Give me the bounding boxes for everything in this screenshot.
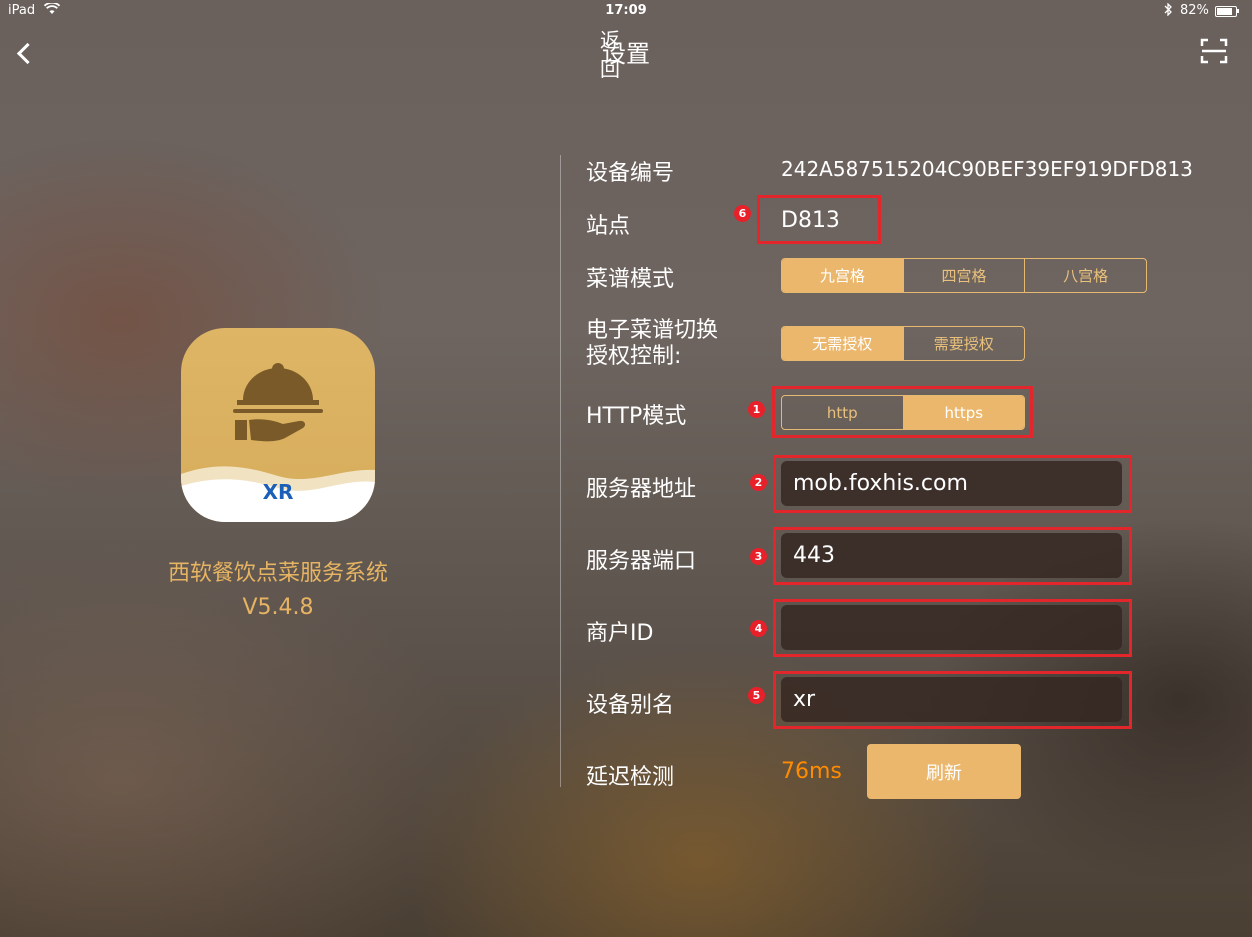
server-port-label: 服务器端口 xyxy=(586,549,697,574)
http-option[interactable]: http xyxy=(782,396,903,429)
site-label: 站点 xyxy=(586,214,631,239)
server-address-input[interactable]: mob.foxhis.com xyxy=(781,461,1122,506)
https-option[interactable]: https xyxy=(902,396,1024,429)
annotation-badge-3: 3 xyxy=(750,548,767,565)
auth-option-required[interactable]: 需要授权 xyxy=(902,327,1025,360)
site-value: D813 xyxy=(781,208,840,233)
divider xyxy=(560,155,561,787)
device-alias-label: 设备别名 xyxy=(586,693,675,718)
http-mode-segment: http https xyxy=(781,395,1025,430)
latency-value: 76ms xyxy=(781,759,842,784)
back-button[interactable]: 返回 xyxy=(14,28,620,81)
app-logo: XR xyxy=(181,328,375,522)
device-id-label: 设备编号 xyxy=(586,161,675,186)
menu-mode-option-eight[interactable]: 八宫格 xyxy=(1024,259,1146,292)
bluetooth-icon xyxy=(1163,2,1173,20)
device-id-value: 242A587515204C90BEF39EF919DFD813 xyxy=(781,157,1193,181)
annotation-badge-5: 5 xyxy=(748,687,765,704)
annotation-badge-4: 4 xyxy=(750,620,767,637)
app-version: V5.4.8 xyxy=(242,595,314,620)
annotation-badge-6: 6 xyxy=(734,205,751,222)
chevron-left-icon xyxy=(16,42,39,64)
http-mode-label: HTTP模式 xyxy=(586,404,687,429)
auth-label: 电子菜谱切换 授权控制: xyxy=(586,318,718,370)
page-title: 设置 xyxy=(602,40,650,68)
logo-text: XR xyxy=(262,480,294,504)
auth-label-line2: 授权控制: xyxy=(586,344,682,369)
status-bar: iPad 17:09 82% xyxy=(0,0,1252,22)
scan-icon[interactable] xyxy=(1200,38,1228,64)
menu-mode-option-nine[interactable]: 九宫格 xyxy=(782,259,903,292)
merchant-id-input[interactable] xyxy=(781,605,1122,650)
app-name: 西软餐饮点菜服务系统 xyxy=(167,561,388,586)
auth-option-none[interactable]: 无需授权 xyxy=(782,327,903,360)
auth-segment: 无需授权 需要授权 xyxy=(781,326,1025,361)
menu-mode-option-four[interactable]: 四宫格 xyxy=(902,259,1025,292)
menu-mode-label: 菜谱模式 xyxy=(586,267,675,292)
battery-percent: 82% xyxy=(1180,3,1209,18)
merchant-id-label: 商户ID xyxy=(586,621,654,646)
battery-tip xyxy=(1237,9,1239,13)
server-address-label: 服务器地址 xyxy=(586,477,697,502)
device-alias-input[interactable]: xr xyxy=(781,677,1122,722)
annotation-badge-1: 1 xyxy=(748,401,765,418)
refresh-button[interactable]: 刷新 xyxy=(867,744,1021,799)
annotation-badge-2: 2 xyxy=(750,474,767,491)
auth-label-line1: 电子菜谱切换 xyxy=(586,318,719,343)
latency-label: 延迟检测 xyxy=(586,765,675,790)
back-label: 返回 xyxy=(600,28,620,81)
menu-mode-segment: 九宫格 四宫格 八宫格 xyxy=(781,258,1147,293)
server-port-input[interactable]: 443 xyxy=(781,533,1122,578)
clock: 17:09 xyxy=(605,3,647,18)
battery-icon xyxy=(1215,6,1237,17)
